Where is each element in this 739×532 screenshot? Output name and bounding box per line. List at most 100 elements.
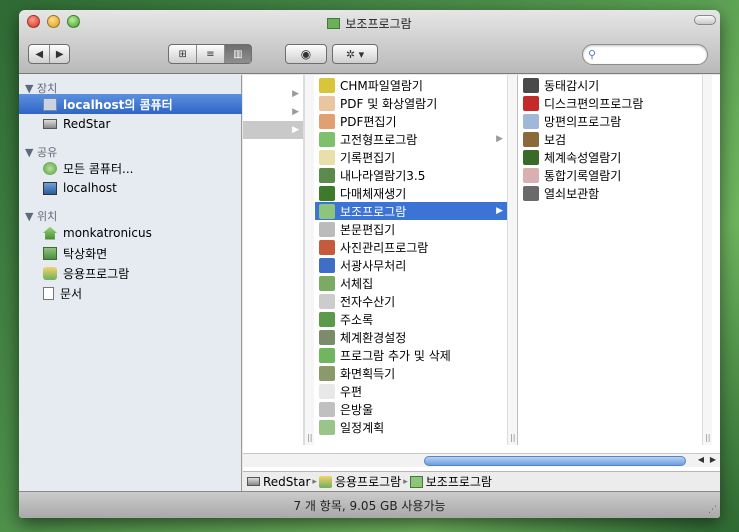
column-3-scrollbar[interactable]: || [702, 75, 712, 445]
resize-grip-icon[interactable]: ⋰ [708, 505, 717, 515]
list-item-label: 주소록 [340, 312, 374, 327]
sidebar-item-label: localhost [63, 181, 117, 195]
photo-manager-icon [319, 239, 335, 255]
back-button[interactable]: ◀ [29, 45, 49, 63]
column-2-scrollbar[interactable]: || [507, 75, 517, 445]
path-item-applications[interactable]: 응용프로그람 [335, 473, 401, 490]
computer-icon [43, 97, 57, 111]
list-item[interactable]: 은방울 [315, 400, 507, 418]
path-item-accessories[interactable]: 보조프로그람 [426, 473, 492, 490]
browser-column-3: 동태감시기디스크편의프로그람망편의프로그람 보검 체계속성열람기통합기록열람기열쇠보… [519, 75, 720, 445]
list-item-label: 디스크편의프로그람 [544, 96, 644, 111]
search-field[interactable]: ⚲ [582, 44, 708, 65]
harddisk-icon [247, 477, 260, 486]
list-item[interactable]: 일정계획 [315, 418, 507, 436]
chm-reader-icon [319, 77, 335, 93]
document-editor-icon [319, 221, 335, 237]
list-item[interactable]: 열쇠보관함 [519, 184, 702, 202]
list-item[interactable]: 디스크편의프로그람 [519, 94, 702, 112]
list-item[interactable]: PDF편집기 [315, 112, 507, 130]
sidebar-item-redstar[interactable]: RedStar [19, 114, 242, 134]
pdf-editor-icon [319, 113, 335, 129]
sidebar-item-label: 모든 콤퓨터... [63, 161, 134, 176]
path-separator-icon: ▸ [403, 476, 408, 487]
column-resize-grip-icon[interactable]: || [307, 433, 312, 442]
list-item[interactable]: 다매체재생기 [315, 184, 507, 202]
list-item[interactable]: 주소록 [315, 310, 507, 328]
toolbar-toggle-button[interactable] [694, 15, 716, 25]
sidebar-item-desktop[interactable]: 탁상화면 [19, 243, 242, 263]
scroll-right-icon[interactable]: ▶ [710, 455, 716, 464]
sidebar-section-places[interactable]: ▼ 위치 [25, 208, 57, 224]
address-book-icon [319, 311, 335, 327]
list-item[interactable]: ▶ [243, 103, 303, 121]
finder-window: 보조프로그람 ◀ ▶ ⊞ ≡ ▥ ◉ ✲ ▾ ⚲ ▼ 장치 localhost의… [19, 10, 720, 518]
list-item-label: 화면획득기 [340, 366, 396, 381]
column-resize-grip-icon[interactable]: || [705, 433, 710, 442]
lily-icon [319, 401, 335, 417]
sidebar-item-label: localhost의 콤퓨터 [63, 97, 173, 112]
list-item-label: 열쇠보관함 [544, 186, 600, 201]
scroll-left-icon[interactable]: ◀ [698, 455, 704, 464]
activity-monitor-icon [523, 77, 539, 93]
list-item-label: PDF편집기 [340, 114, 397, 129]
list-item[interactable]: 우편 [315, 382, 507, 400]
list-item-label: 체계환경설정 [340, 330, 407, 345]
list-item-label: 내나라열람기3.5 [340, 168, 426, 183]
harddisk-icon [43, 119, 57, 129]
list-item[interactable]: 망편의프로그람 [519, 112, 702, 130]
icon-view-button[interactable]: ⊞ [169, 45, 196, 63]
path-item-redstar[interactable]: RedStar [263, 475, 310, 489]
list-view-button[interactable]: ≡ [196, 45, 223, 63]
search-icon: ⚲ [588, 48, 597, 61]
folder-icon [327, 18, 341, 29]
list-item[interactable]: 사진관리프로그람 [315, 238, 507, 256]
list-item[interactable]: PDF 및 화상열람기 [315, 94, 507, 112]
list-item[interactable]: 프로그람 추가 및 삭제 [315, 346, 507, 364]
forward-button[interactable]: ▶ [49, 45, 69, 63]
list-item[interactable]: 보검 [519, 130, 702, 148]
sidebar-item-localhost-computer[interactable]: localhost의 콤퓨터 [19, 94, 242, 114]
list-item[interactable]: 내나라열람기3.5 [315, 166, 507, 184]
list-item[interactable]: 보조프로그람 ▶ [315, 202, 507, 220]
keychain-icon [523, 131, 539, 147]
system-preferences-icon [319, 329, 335, 345]
column-view-button[interactable]: ▥ [223, 45, 251, 63]
horizontal-scroll-thumb[interactable] [424, 456, 686, 466]
media-player-icon [319, 185, 335, 201]
sidebar-item-localhost[interactable]: localhost [19, 178, 242, 198]
list-item[interactable]: 동태감시기 [519, 76, 702, 94]
list-item[interactable]: 체계환경설정 [315, 328, 507, 346]
disclosure-arrow-icon: ▶ [496, 134, 503, 144]
horizontal-scrollbar[interactable]: ◀ ▶ [243, 453, 720, 467]
list-item[interactable]: 체계속성열람기 [519, 148, 702, 166]
column-resize-grip-icon[interactable]: || [510, 433, 515, 442]
disk-utility-icon [523, 95, 539, 111]
list-item-label: 통합기록열람기 [544, 168, 622, 183]
sidebar-item-all-computers[interactable]: 모든 콤퓨터... [19, 158, 242, 178]
list-item[interactable]: 서체집 [315, 274, 507, 292]
quicklook-button[interactable]: ◉ [285, 44, 327, 64]
list-item[interactable]: 기록편집기 [315, 148, 507, 166]
list-item[interactable]: 고전형프로그람 ▶ [315, 130, 507, 148]
list-item-label: 우편 [340, 384, 363, 399]
action-menu-button[interactable]: ✲ ▾ [332, 44, 378, 64]
list-item-path-selected[interactable]: ▶ [243, 121, 303, 139]
sidebar-item-applications[interactable]: 응용프로그람 [19, 263, 242, 283]
list-item-label: 망편의프로그람 [544, 114, 622, 129]
list-item[interactable]: 화면획득기 [315, 364, 507, 382]
browser-column-2: CHM파일열람기 PDF 및 화상열람기 PDF편집기 고전형프로그람 ▶ 기록편집기내나… [304, 75, 518, 445]
column-2-left-scrollbar[interactable]: || [304, 75, 314, 445]
list-item[interactable]: CHM파일열람기 [315, 76, 507, 94]
path-separator-icon: ▸ [312, 476, 317, 487]
list-item[interactable]: 서광사무처리 [315, 256, 507, 274]
sidebar-item-label: 응용프로그람 [63, 266, 130, 281]
search-input[interactable] [603, 47, 699, 62]
list-item[interactable]: ▶ [243, 85, 303, 103]
sidebar-item-home[interactable]: monkatronicus [19, 223, 242, 243]
list-item[interactable]: 전자수산기 [315, 292, 507, 310]
monitor-icon [43, 181, 57, 195]
list-item[interactable]: 본문편집기 [315, 220, 507, 238]
sidebar-item-documents[interactable]: 문서 [19, 283, 242, 303]
list-item[interactable]: 통합기록열람기 [519, 166, 702, 184]
